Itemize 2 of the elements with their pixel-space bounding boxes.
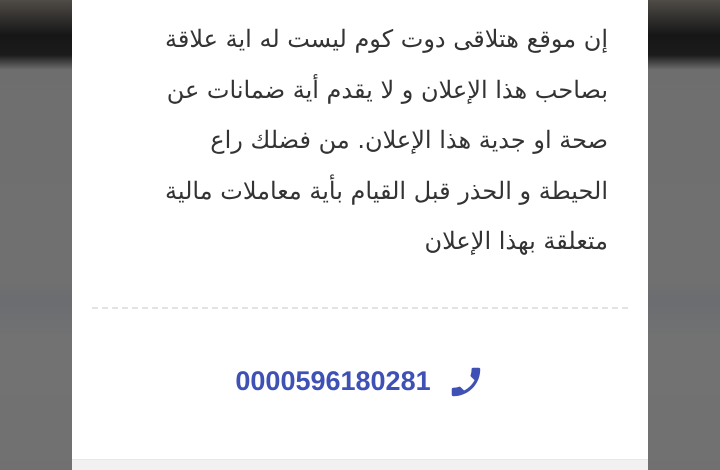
- phone-link[interactable]: 0000596180281: [235, 366, 431, 397]
- disclaimer-text: إن موقع هتلاقى دوت كوم ليست له اية علاقة بصاحب هذا الإعلان و لا يقدم أية ضمانات عن صحة او جدية هذا الإعلان. من فضلك راع الحيطة و الحذر قبل القيام بأية معاملات مالية متعلقة بهذا الإعلان: [164, 24, 609, 257]
